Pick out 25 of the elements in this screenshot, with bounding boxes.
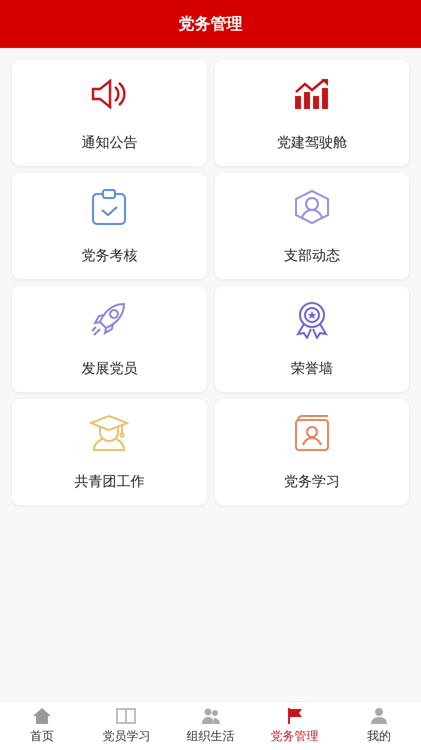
home-icon (32, 707, 52, 725)
tab-item[interactable]: 我的 (336, 702, 421, 750)
menu-tile[interactable]: 党务学习 (214, 399, 409, 505)
menu-tile[interactable]: 党务考核 (12, 173, 206, 279)
clipboard-check-icon (91, 188, 128, 226)
menu-tile[interactable]: 发展党员 (12, 286, 206, 392)
tab-item[interactable]: 党员学习 (84, 702, 168, 750)
graduate-icon (89, 414, 130, 452)
user-icon (368, 707, 389, 725)
page-title: 党务管理 (178, 14, 242, 34)
menu-tile[interactable]: 通知公告 (12, 60, 206, 166)
speaker-icon (90, 78, 128, 110)
tab-item[interactable]: 组织生活 (168, 702, 253, 750)
book-icon (116, 707, 136, 725)
profile-book-icon (294, 414, 330, 452)
tab-item[interactable]: 党务管理 (252, 702, 337, 750)
people-icon (200, 707, 220, 725)
award-medal-icon (294, 301, 330, 339)
menu-tile[interactable]: 支部动态 (214, 173, 409, 279)
menu-tile[interactable]: 共青团工作 (12, 399, 206, 505)
tab-item[interactable]: 首页 (0, 702, 84, 750)
menu-tile[interactable]: 荣誉墙 (214, 286, 409, 392)
user-hexagon-icon (292, 189, 331, 225)
menu-tile[interactable]: 党建驾驶舱 (214, 60, 409, 166)
bar-chart-icon (292, 78, 331, 110)
